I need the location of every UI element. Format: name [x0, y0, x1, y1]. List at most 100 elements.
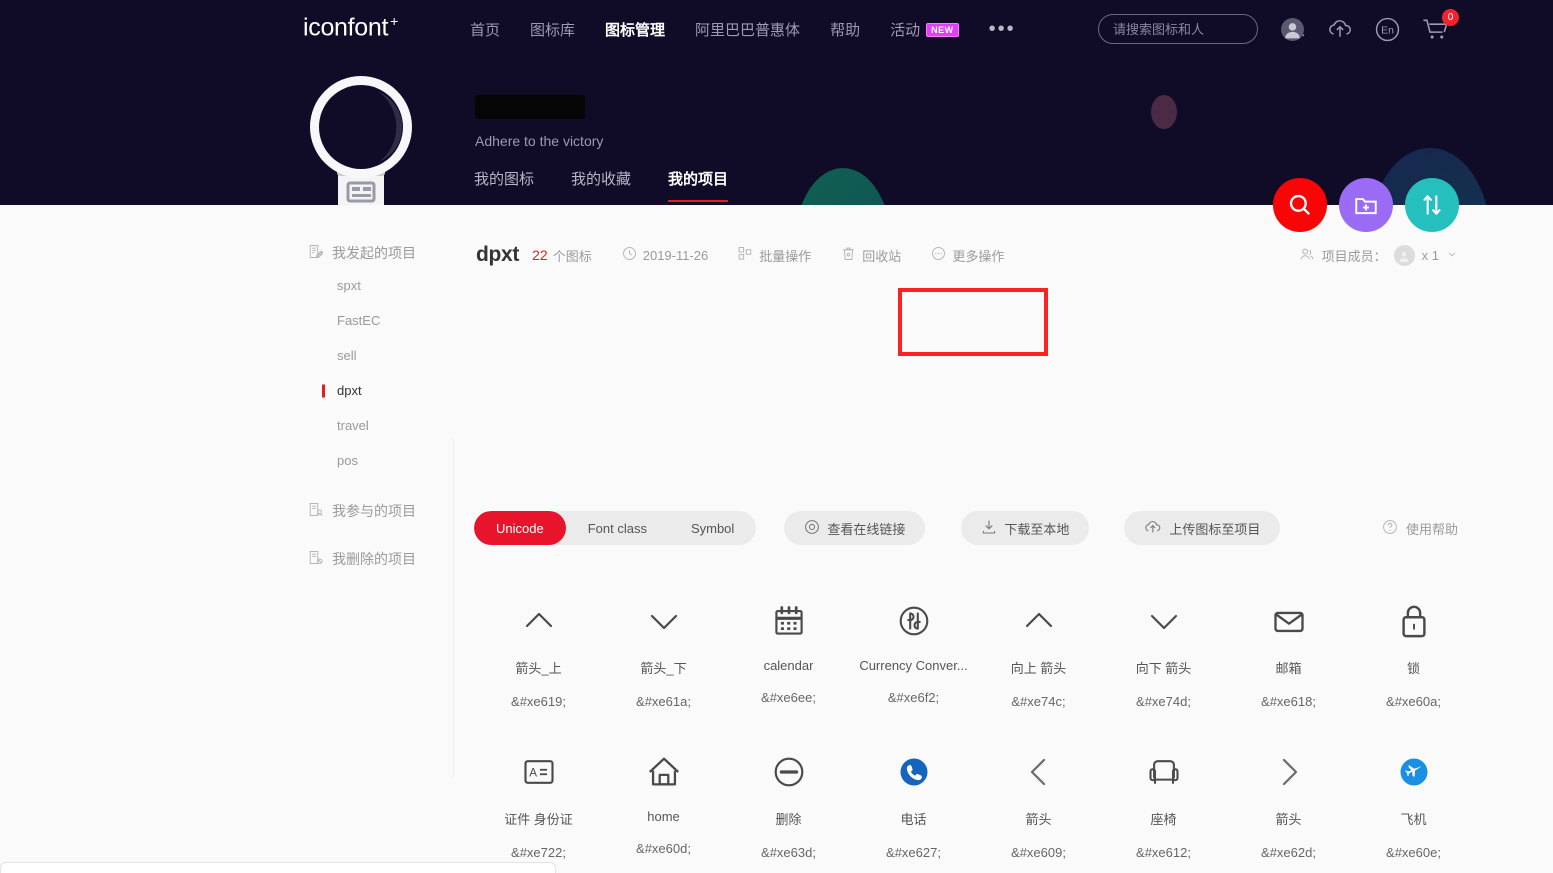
recycle-bin-button[interactable]: 回收站 — [841, 246, 901, 265]
view-online-link-button[interactable]: 查看在线链接 — [784, 511, 926, 545]
sidebar-project-travel[interactable]: travel — [295, 408, 453, 443]
site-logo-text: iconfont — [303, 13, 389, 42]
sidebar-project-sell[interactable]: sell — [295, 338, 453, 373]
icon-card[interactable]: 箭头_下 &#xe61a; — [601, 586, 726, 709]
project-date-label: 2019-11-26 — [642, 247, 709, 263]
icon-code: &#xe60d; — [636, 841, 691, 856]
fab-new-project-button[interactable] — [1339, 178, 1393, 232]
icon-card[interactable]: 向下 箭头 &#xe74d; — [1101, 586, 1226, 709]
avatar[interactable] — [305, 70, 417, 205]
nav-item-help[interactable]: 帮助 — [830, 19, 860, 40]
icon-card[interactable]: 箭头_上 &#xe619; — [476, 586, 601, 709]
segment-unicode[interactable]: Unicode — [474, 511, 566, 545]
icon-card[interactable]: 座椅 &#xe612; — [1101, 737, 1226, 860]
tab-my-icons[interactable]: 我的图标 — [474, 168, 534, 202]
nav-right-actions: En 0 — [1098, 0, 1459, 58]
chevron-down-icon — [644, 586, 684, 656]
trash-icon — [841, 246, 856, 264]
chevron-down-icon[interactable] — [1446, 248, 1458, 263]
user-avatar-icon[interactable] — [1280, 17, 1305, 42]
doc-user-icon — [308, 502, 323, 520]
search-input[interactable] — [1113, 21, 1289, 37]
more-operation-label: 更多操作 — [952, 248, 1005, 264]
icon-card[interactable]: Currency Conver... &#xe6f2; — [851, 586, 976, 709]
decorative-blob-teal — [795, 168, 891, 205]
upload-icons-button[interactable]: 上传图标至项目 — [1124, 511, 1281, 545]
more-operation-button[interactable]: 更多操作 — [931, 246, 1004, 265]
batch-operation-button[interactable]: 批量操作 — [738, 246, 811, 265]
icon-card[interactable]: 箭头 &#xe609; — [976, 737, 1101, 860]
icon-code: &#xe74c; — [1011, 694, 1066, 709]
top-navbar: iconfont + 首页 图标库 图标管理 阿里巴巴普惠体 帮助 活动 NEW… — [0, 0, 1553, 58]
segment-font-class[interactable]: Font class — [566, 511, 669, 545]
fab-sort-button[interactable] — [1405, 178, 1459, 232]
sidebar-group-deleted[interactable]: 我删除的项目 — [295, 544, 453, 574]
profile-name-redacted — [475, 95, 585, 119]
airplane-circle-icon — [1396, 737, 1432, 807]
currency-converter-icon — [895, 586, 933, 656]
sidebar-project-pos[interactable]: pos — [295, 443, 453, 478]
icon-name: home — [647, 809, 680, 824]
icon-card[interactable]: 箭头 &#xe62d; — [1226, 737, 1351, 860]
nav-more-icon[interactable]: ••• — [989, 19, 1016, 39]
icon-code: &#xe618; — [1261, 694, 1316, 709]
icon-card[interactable]: 删除 &#xe63d; — [726, 737, 851, 860]
sidebar-project-spxt[interactable]: spxt — [295, 268, 453, 303]
clock-icon — [622, 246, 637, 264]
project-title: dpxt — [476, 243, 520, 266]
icon-card[interactable]: 向上 箭头 &#xe74c; — [976, 586, 1101, 709]
site-logo[interactable]: iconfont + — [303, 13, 398, 42]
sidebar-project-dpxt[interactable]: dpxt — [295, 373, 453, 408]
profile-tabs: 我的图标 我的收藏 我的项目 — [474, 168, 729, 202]
cart-icon[interactable]: 0 — [1422, 9, 1459, 41]
sidebar-project-label: travel — [337, 418, 369, 433]
question-circle-icon — [1382, 519, 1398, 538]
decorative-blob-purple — [1151, 95, 1177, 129]
icon-card[interactable]: A 证件 身份证 &#xe722; — [476, 737, 601, 860]
nav-item-icon-management[interactable]: 图标管理 — [605, 19, 665, 40]
sidebar-group-label: 我参与的项目 — [332, 503, 416, 519]
tab-my-favorites[interactable]: 我的收藏 — [571, 168, 631, 202]
bottom-partial-panel — [0, 862, 556, 873]
global-search[interactable] — [1098, 14, 1305, 44]
nav-item-label: 图标管理 — [605, 21, 666, 39]
project-members-count: x 1 — [1421, 248, 1439, 263]
icon-card[interactable]: calendar &#xe6ee; — [726, 586, 851, 709]
segment-symbol[interactable]: Symbol — [669, 511, 756, 545]
tab-my-projects[interactable]: 我的项目 — [668, 168, 729, 202]
language-icon[interactable]: En — [1375, 17, 1400, 42]
nav-item-activity[interactable]: 活动 NEW — [890, 19, 959, 40]
icon-card[interactable]: 飞机 &#xe60e; — [1351, 737, 1476, 860]
chevron-down-icon — [1144, 586, 1184, 656]
project-members[interactable]: 项目成员： x 1 — [1299, 245, 1458, 266]
download-to-local-label: 下载至本地 — [1004, 521, 1070, 537]
icon-card[interactable]: 锁 &#xe60a; — [1351, 586, 1476, 709]
chevron-right-icon — [1269, 737, 1309, 807]
nav-item-home[interactable]: 首页 — [470, 19, 500, 40]
upload-cloud-icon — [1144, 519, 1162, 538]
icon-card[interactable]: home &#xe60d; — [601, 737, 726, 860]
sidebar-group-created[interactable]: 我发起的项目 — [295, 238, 453, 268]
calendar-icon — [771, 586, 807, 656]
chevron-up-icon — [1019, 586, 1059, 656]
fab-search-button[interactable] — [1273, 178, 1327, 232]
nav-item-alibaba-font[interactable]: 阿里巴巴普惠体 — [695, 19, 800, 40]
nav-item-icon-library[interactable]: 图标库 — [530, 19, 575, 40]
usage-help-link[interactable]: 使用帮助 — [1382, 519, 1458, 538]
recycle-bin-label: 回收站 — [862, 248, 902, 264]
svg-text:A: A — [529, 767, 537, 780]
sidebar-project-fastec[interactable]: FastEC — [295, 303, 453, 338]
mail-icon — [1271, 586, 1307, 656]
upload-cloud-icon[interactable] — [1327, 18, 1353, 40]
icon-code: &#xe722; — [511, 845, 566, 860]
sidebar-group-joined[interactable]: 我参与的项目 — [295, 496, 453, 526]
icon-card[interactable]: 邮箱 &#xe618; — [1226, 586, 1351, 709]
icon-name: 删除 — [775, 812, 802, 827]
project-members-label: 项目成员： — [1321, 249, 1387, 264]
sidebar-divider — [453, 438, 454, 778]
icon-name: 邮箱 — [1275, 661, 1302, 676]
icon-card[interactable]: 电话 &#xe627; — [851, 737, 976, 860]
sidebar-project-label: spxt — [337, 278, 361, 293]
download-to-local-button[interactable]: 下载至本地 — [961, 511, 1090, 545]
profile-tagline: Adhere to the victory — [475, 133, 604, 149]
